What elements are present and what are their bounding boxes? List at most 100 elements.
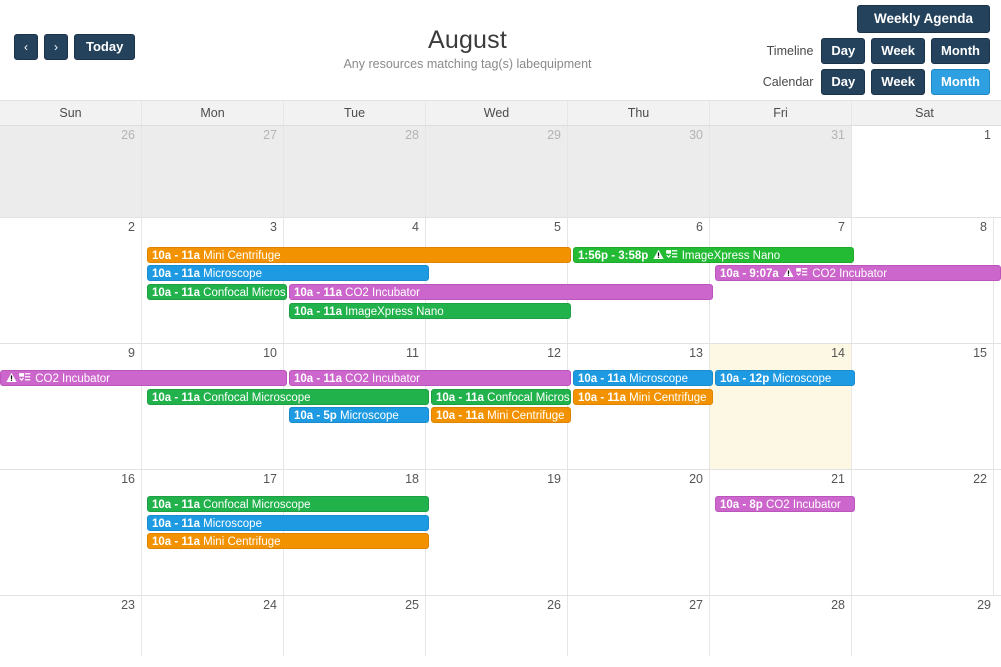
day-number: 5 [554, 220, 561, 234]
dow-mon: Mon [142, 101, 284, 125]
day-cell[interactable]: 1 [852, 126, 997, 217]
dow-wed: Wed [426, 101, 568, 125]
calendar-week-row: 26 27 28 29 30 31 1 [0, 126, 1001, 218]
day-number: 6 [696, 220, 703, 234]
calendar-view-month[interactable]: Month [931, 69, 990, 95]
calendar-event[interactable]: 10a - 11a Confocal Microscope [147, 496, 429, 512]
calendar-event[interactable]: 10a - 11a CO2 Incubator [289, 284, 713, 300]
day-number: 22 [973, 472, 987, 486]
calendar-event[interactable]: 10a - 11a CO2 Incubator [289, 370, 571, 386]
day-cell[interactable]: 26 [426, 596, 568, 656]
day-cell[interactable]: 28 [284, 126, 426, 217]
day-number: 27 [263, 128, 277, 142]
day-number: 7 [838, 220, 845, 234]
day-cell[interactable]: 27 [568, 596, 710, 656]
day-cell[interactable]: 15 [852, 344, 994, 469]
day-of-week-header: Sun Mon Tue Wed Thu Fri Sat [0, 101, 1001, 126]
timeline-view-month[interactable]: Month [931, 38, 990, 64]
day-number: 30 [689, 128, 703, 142]
calendar-event[interactable]: 10a - 5p Microscope [289, 407, 429, 423]
day-cell[interactable]: 22 [852, 470, 994, 595]
calendar-event[interactable]: 10a - 11a Mini Centrifuge [431, 407, 571, 423]
next-period-button[interactable]: › [44, 34, 68, 60]
day-number: 1 [984, 128, 991, 142]
day-number: 31 [831, 128, 845, 142]
day-number: 19 [547, 472, 561, 486]
day-cell[interactable]: 16 [0, 470, 142, 595]
calendar-event[interactable]: 10a - 11a Microscope [573, 370, 713, 386]
prev-period-button[interactable]: ‹ [14, 34, 38, 60]
day-number: 16 [121, 472, 135, 486]
day-number: 21 [831, 472, 845, 486]
day-cell[interactable]: 9 [0, 344, 142, 469]
calendar-event[interactable]: 10a - 11a Mini Centrifuge [147, 533, 429, 549]
calendar-event[interactable]: 10a - 12p Microscope [715, 370, 855, 386]
day-cell[interactable]: 26 [0, 126, 142, 217]
dow-tue: Tue [284, 101, 426, 125]
day-number: 13 [689, 346, 703, 360]
calendar-event[interactable]: 10a - 11a Confocal Microscope [431, 389, 571, 405]
calendar-nav-group: ‹ › Today [14, 34, 136, 60]
day-number: 14 [831, 346, 845, 360]
day-cell[interactable]: 24 [142, 596, 284, 656]
day-cell[interactable]: 13 [568, 344, 710, 469]
day-cell[interactable]: 10 [142, 344, 284, 469]
day-number: 17 [263, 472, 277, 486]
day-cell[interactable]: 20 [568, 470, 710, 595]
day-cell[interactable]: 6 [568, 218, 710, 343]
checklist-icon [796, 268, 808, 277]
day-number: 28 [831, 598, 845, 612]
calendar-toolbar: ‹ › Today August Any resources matching … [0, 0, 1001, 100]
calendar-week-row: 9 10 11 12 13 14 15 CO2 Incubator 10a - 11a CO2… [0, 344, 1001, 470]
calendar-view-day[interactable]: Day [821, 69, 866, 95]
calendar-event[interactable]: 10a - 11a Confocal Microscope [147, 389, 429, 405]
day-cell[interactable]: 30 [568, 126, 710, 217]
weekly-agenda-button[interactable]: Weekly Agenda [856, 5, 990, 33]
dow-thu: Thu [568, 101, 710, 125]
agenda-row: Weekly Agenda [856, 5, 990, 33]
today-button[interactable]: Today [74, 34, 136, 60]
day-cell[interactable]: 29 [852, 596, 997, 656]
day-number: 29 [547, 128, 561, 142]
calendar-event[interactable]: 10a - 11a ImageXpress Nano [289, 303, 571, 319]
day-cell[interactable]: 5 [426, 218, 568, 343]
timeline-view-week[interactable]: Week [871, 38, 926, 64]
timeline-view-row: Timeline Day Week Month [767, 38, 990, 64]
day-cell[interactable]: 19 [426, 470, 568, 595]
calendar-event[interactable]: 10a - 11a Confocal Microscope [147, 284, 287, 300]
calendar-label: Calendar [762, 75, 814, 89]
calendar-view-row: Calendar Day Week Month [763, 69, 990, 95]
day-cell[interactable]: 25 [284, 596, 426, 656]
day-cell[interactable]: 27 [142, 126, 284, 217]
day-cell[interactable]: 14 [710, 344, 852, 469]
day-number: 2 [128, 220, 135, 234]
timeline-view-day[interactable]: Day [821, 38, 866, 64]
day-number: 15 [973, 346, 987, 360]
day-number: 4 [412, 220, 419, 234]
calendar-event[interactable]: 10a - 11a Mini Centrifuge [147, 247, 571, 263]
day-number: 26 [121, 128, 135, 142]
calendar-event[interactable]: 10a - 9:07a CO2 Incubator [715, 265, 1001, 281]
calendar-view-week[interactable]: Week [871, 69, 926, 95]
view-switcher: Weekly Agenda Timeline Day Week Month Ca… [763, 5, 990, 95]
day-cell[interactable]: 21 [710, 470, 852, 595]
calendar-week-row: 2 3 4 5 6 7 8 10a - 11a Mini Centrifuge 10a - 11… [0, 218, 1001, 344]
calendar-event[interactable]: CO2 Incubator [0, 370, 287, 386]
day-number: 11 [406, 346, 419, 360]
calendar-event[interactable]: 10a - 11a Mini Centrifuge [573, 389, 713, 405]
calendar-event[interactable]: 1:56p - 3:58p ImageXpress Nano [573, 247, 854, 263]
calendar-event[interactable]: 10a - 11a Microscope [147, 265, 429, 281]
day-cell[interactable]: 2 [0, 218, 142, 343]
dow-sun: Sun [0, 101, 142, 125]
checklist-icon [19, 373, 31, 382]
day-number: 20 [689, 472, 703, 486]
calendar-event[interactable]: 10a - 11a Microscope [147, 515, 429, 531]
day-cell[interactable]: 23 [0, 596, 142, 656]
warning-triangle-icon [783, 267, 794, 277]
calendar-event[interactable]: 10a - 8p CO2 Incubator [715, 496, 855, 512]
warning-triangle-icon [6, 372, 17, 382]
day-cell[interactable]: 29 [426, 126, 568, 217]
day-number: 18 [405, 472, 419, 486]
day-cell[interactable]: 28 [710, 596, 852, 656]
day-cell[interactable]: 31 [710, 126, 852, 217]
